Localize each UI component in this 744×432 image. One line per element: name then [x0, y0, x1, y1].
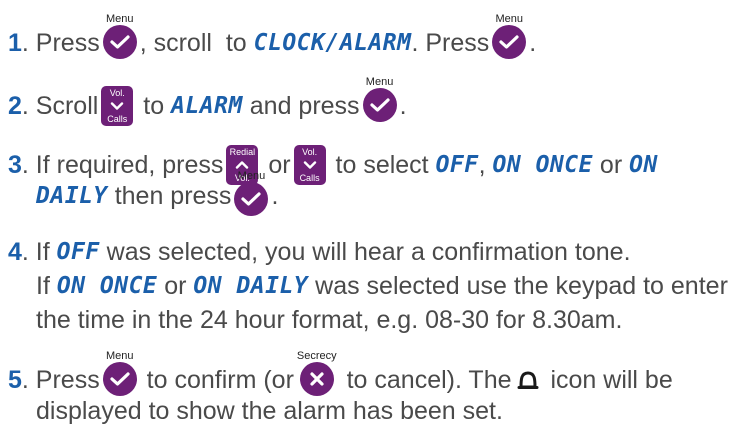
step-4-line-3: the time in the 24 hour format, e.g. 08-… — [36, 305, 622, 335]
step-text: or — [592, 151, 630, 179]
display-text: CLOCK/ALARM — [253, 30, 412, 56]
display-text: ON DAILY — [193, 273, 309, 299]
step-text: to — [136, 92, 172, 120]
display-text: ON ONCE — [492, 152, 593, 178]
chevron-down-icon — [111, 102, 124, 110]
menu-key: Menu — [362, 76, 397, 122]
step-3-continued: DAILY then press Menu . — [36, 170, 279, 216]
step-text: or — [157, 272, 194, 300]
step-text: was selected use the keypad to enter — [308, 272, 728, 300]
secrecy-key: Secrecy — [297, 350, 337, 396]
display-text: ON — [629, 152, 658, 178]
key-top-label: Redial — [229, 147, 256, 157]
step-text: and press — [242, 92, 360, 120]
key-bottom-label: Calls — [299, 173, 320, 183]
key-caption: Menu — [105, 350, 134, 362]
volume-down-key: Vol. Calls — [101, 86, 134, 126]
step-text: to confirm (or — [139, 366, 294, 394]
step-text: . — [271, 182, 279, 210]
down-key-icon: Vol. Calls — [293, 145, 326, 185]
step-text: to select — [328, 151, 436, 179]
cross-icon — [299, 362, 334, 396]
step-text: . Press — [21, 366, 100, 394]
menu-key: Menu — [102, 350, 137, 396]
key-caption: Menu — [105, 13, 134, 25]
step-5-line-2: displayed to show the alarm has been set… — [36, 396, 503, 426]
step-number: 3 — [8, 151, 22, 179]
step-text: . — [529, 29, 537, 57]
menu-key: Menu — [102, 13, 137, 59]
step-number: 5 — [8, 366, 22, 394]
step-number: 4 — [8, 238, 22, 266]
check-icon — [362, 88, 397, 122]
check-icon — [102, 362, 137, 396]
bell-icon — [516, 368, 540, 392]
key-caption: Menu — [237, 170, 266, 182]
step-text: . — [399, 92, 407, 120]
key-top-label: Vol. — [302, 147, 318, 157]
step-text: was selected, you will hear a confirmati… — [99, 238, 631, 266]
key-bottom-label: Calls — [107, 114, 128, 124]
display-text: DAILY — [36, 183, 108, 209]
chevron-up-icon — [236, 161, 249, 169]
step-4: 4 . If OFF was selected, you will hear a… — [8, 237, 631, 267]
check-icon — [234, 182, 269, 216]
key-top-label: Vol. — [109, 88, 125, 98]
step-text: then press — [107, 182, 232, 210]
display-text: ON ONCE — [56, 273, 158, 299]
step-text: displayed to show the alarm has been set… — [36, 397, 503, 425]
key-caption: Menu — [365, 76, 394, 88]
menu-key: Menu — [234, 170, 269, 216]
display-text: OFF — [56, 239, 100, 265]
check-icon — [102, 25, 137, 59]
volume-down-key: Vol. Calls — [293, 145, 326, 185]
step-text: . Scroll — [21, 92, 99, 120]
step-1: 1 . Press Menu , scroll to CLOCK/ALARM .… — [8, 13, 537, 59]
step-text: If — [36, 272, 57, 300]
step-4-line-2: If ON ONCE or ON DAILY was selected use … — [36, 271, 728, 301]
menu-key: Menu — [492, 13, 527, 59]
step-text: the time in the 24 hour format, e.g. 08-… — [36, 306, 623, 334]
instruction-page: 1 . Press Menu , scroll to CLOCK/ALARM .… — [0, 0, 744, 432]
step-5: 5 . Press Menu to confirm (or Secrecy to… — [8, 350, 673, 396]
key-caption: Secrecy — [296, 350, 337, 362]
step-number: 1 — [8, 29, 22, 57]
step-text: . Press — [21, 29, 100, 57]
step-number: 2 — [8, 92, 22, 120]
chevron-down-icon — [303, 161, 316, 169]
display-text: OFF — [435, 152, 479, 178]
step-text: , — [478, 151, 493, 179]
step-text: . Press — [411, 29, 490, 57]
step-2: 2 . Scroll Vol. Calls to ALARM and press… — [8, 76, 407, 126]
step-text: . If — [21, 238, 57, 266]
step-text: , scroll to — [139, 29, 254, 57]
step-text: icon will be — [543, 366, 673, 394]
key-caption: Menu — [495, 13, 524, 25]
display-text: ALARM — [171, 93, 243, 119]
down-key-icon: Vol. Calls — [101, 86, 134, 126]
step-text: to cancel). The — [339, 366, 512, 394]
check-icon — [492, 25, 527, 59]
